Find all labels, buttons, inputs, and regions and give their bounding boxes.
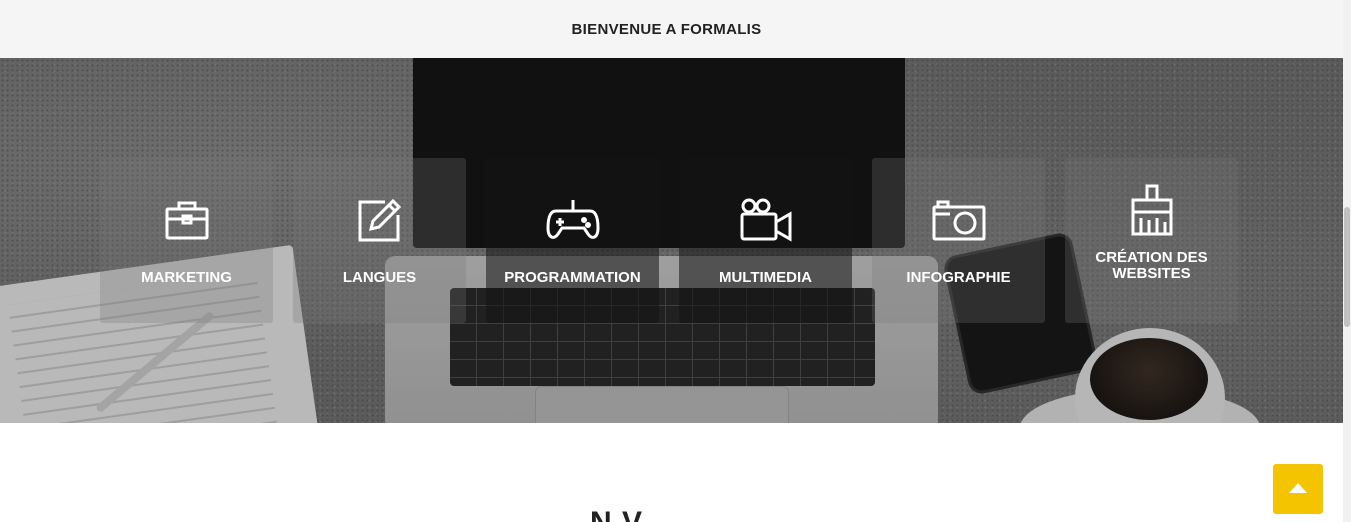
video-camera-icon — [736, 196, 796, 244]
section-title: N V — [590, 508, 643, 522]
pencil-square-icon — [350, 196, 410, 244]
scrollbar-thumb[interactable] — [1344, 207, 1350, 327]
gamepad-icon — [543, 196, 603, 244]
category-card-creation-websites[interactable]: CRÉATION DES WEBSITES — [1065, 158, 1238, 323]
page-scrollbar[interactable] — [1343, 0, 1351, 522]
category-card-marketing[interactable]: MARKETING — [100, 158, 273, 323]
category-card-infographie[interactable]: INFOGRAPHIE — [872, 158, 1045, 323]
caret-up-icon — [1289, 480, 1307, 498]
paint-brush-icon — [1122, 184, 1182, 236]
category-card-langues[interactable]: LANGUES — [293, 158, 466, 323]
category-cards: MARKETING LANGUES PROGRAMMATION MULTIMED… — [100, 158, 1238, 323]
hero-banner: MARKETING LANGUES PROGRAMMATION MULTIMED… — [0, 58, 1343, 423]
page-title: BIENVENUE A FORMALIS — [571, 20, 762, 38]
category-card-programmation[interactable]: PROGRAMMATION — [486, 158, 659, 323]
camera-icon — [929, 196, 989, 244]
top-bar: BIENVENUE A FORMALIS — [0, 0, 1343, 58]
category-card-multimedia[interactable]: MULTIMEDIA — [679, 158, 852, 323]
scroll-to-top-button[interactable] — [1273, 464, 1323, 514]
briefcase-icon — [157, 196, 217, 244]
